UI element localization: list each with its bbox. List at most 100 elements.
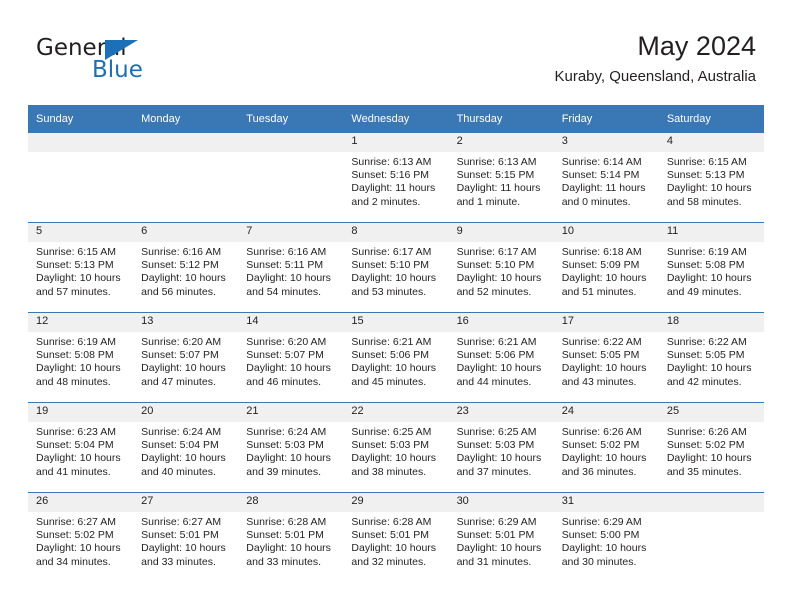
daylight-text-line1: Daylight: 10 hours [351,452,437,465]
calendar-day-cell[interactable]: 20 Sunrise: 6:24 AM Sunset: 5:04 PM Dayligh… [133,402,239,493]
day-number: 28 [238,493,344,512]
calendar-day-cell[interactable]: 15 Sunrise: 6:21 AM Sunset: 5:06 PM Dayligh… [343,312,449,403]
calendar-day-cell[interactable]: 13 Sunrise: 6:20 AM Sunset: 5:07 PM Dayligh… [133,312,239,403]
calendar-header-row: Sunday Monday Tuesday Wednesday Thursday… [28,105,764,133]
day-number [238,133,344,152]
calendar-day-cell[interactable]: 1 Sunrise: 6:13 AM Sunset: 5:16 PM Daylight… [343,133,449,223]
sunset-text: Sunset: 5:04 PM [141,439,219,452]
sunset-text: Sunset: 5:07 PM [141,349,219,362]
calendar-day-cell-empty [658,492,764,582]
day-details: Sunrise: 6:19 AM Sunset: 5:08 PM Daylight:… [659,242,764,299]
calendar-day-cell[interactable]: 17 Sunrise: 6:22 AM Sunset: 5:05 PM Dayligh… [553,312,659,403]
sunset-text: Sunset: 5:01 PM [141,529,219,542]
calendar-day-cell[interactable]: 4 Sunrise: 6:15 AM Sunset: 5:13 PM Daylight… [658,133,764,223]
calendar-day-cell[interactable]: 29 Sunrise: 6:28 AM Sunset: 5:01 PM Dayligh… [343,492,449,582]
daylight-text-line1: Daylight: 10 hours [246,452,331,465]
sunset-text: Sunset: 5:00 PM [561,529,640,542]
sunrise-text: Sunrise: 6:15 AM [666,156,747,168]
day-details: Sunrise: 6:20 AM Sunset: 5:07 PM Daylight:… [133,332,238,389]
daylight-text-line2: and 53 minutes. [351,285,427,298]
calendar-day-cell[interactable]: 14 Sunrise: 6:20 AM Sunset: 5:07 PM Dayligh… [238,312,344,403]
logo-text-blue: Blue [92,57,143,83]
day-details: Sunrise: 6:17 AM Sunset: 5:10 PM Daylight:… [343,242,448,299]
calendar-day-cell[interactable]: 3 Sunrise: 6:14 AM Sunset: 5:14 PM Daylight… [553,133,659,223]
title-block: May 2024 Kuraby, Queensland, Australia [554,30,756,86]
day-details: Sunrise: 6:24 AM Sunset: 5:03 PM Daylight:… [238,422,343,479]
sunset-text: Sunset: 5:05 PM [666,349,745,362]
day-number: 14 [238,313,344,332]
calendar-day-cell[interactable]: 24 Sunrise: 6:26 AM Sunset: 5:02 PM Dayligh… [553,402,659,493]
daylight-text-line1: Daylight: 10 hours [456,362,542,375]
calendar-day-cell[interactable]: 30 Sunrise: 6:29 AM Sunset: 5:01 PM Dayligh… [448,492,554,582]
sunset-text: Sunset: 5:06 PM [456,349,535,362]
weekday-header-thursday: Thursday [448,105,554,133]
day-number: 13 [133,313,239,332]
daylight-text-line1: Daylight: 10 hours [561,542,647,555]
daylight-text-line1: Daylight: 10 hours [141,362,226,375]
calendar-day-cell[interactable]: 16 Sunrise: 6:21 AM Sunset: 5:06 PM Dayligh… [448,312,554,403]
day-number: 21 [238,403,344,422]
calendar-day-cell[interactable]: 6 Sunrise: 6:16 AM Sunset: 5:12 PM Daylight… [133,222,239,313]
calendar-day-cell[interactable]: 19 Sunrise: 6:23 AM Sunset: 5:04 PM Dayligh… [28,402,134,493]
daylight-text-line1: Daylight: 10 hours [36,362,121,375]
calendar-day-cell[interactable]: 21 Sunrise: 6:24 AM Sunset: 5:03 PM Dayligh… [238,402,344,493]
calendar-day-cell[interactable]: 9 Sunrise: 6:17 AM Sunset: 5:10 PM Daylight… [448,222,554,313]
calendar-day-cell[interactable]: 5 Sunrise: 6:15 AM Sunset: 5:13 PM Daylight… [28,222,134,313]
day-number: 11 [658,223,764,242]
daylight-text-line2: and 56 minutes. [141,285,216,298]
day-number: 12 [28,313,134,332]
calendar-day-cell[interactable]: 22 Sunrise: 6:25 AM Sunset: 5:03 PM Dayligh… [343,402,449,493]
calendar-day-cell[interactable]: 12 Sunrise: 6:19 AM Sunset: 5:08 PM Dayligh… [28,312,134,403]
calendar-day-cell[interactable]: 2 Sunrise: 6:13 AM Sunset: 5:15 PM Daylight… [448,133,554,223]
daylight-text-line1: Daylight: 10 hours [456,272,542,285]
calendar-day-cell[interactable]: 7 Sunrise: 6:16 AM Sunset: 5:11 PM Daylight… [238,222,344,313]
calendar-day-cell[interactable]: 18 Sunrise: 6:22 AM Sunset: 5:05 PM Dayligh… [658,312,764,403]
day-details: Sunrise: 6:15 AM Sunset: 5:13 PM Daylight:… [28,242,133,299]
calendar-day-cell[interactable]: 8 Sunrise: 6:17 AM Sunset: 5:10 PM Daylight… [343,222,449,313]
sunrise-text: Sunrise: 6:27 AM [36,516,116,528]
day-details: Sunrise: 6:29 AM Sunset: 5:01 PM Daylight:… [449,512,554,569]
daylight-text-line1: Daylight: 10 hours [36,452,121,465]
day-number [658,493,764,512]
daylight-text-line2: and 0 minutes. [561,195,631,208]
sunrise-text: Sunrise: 6:18 AM [561,246,642,258]
day-details: Sunrise: 6:29 AM Sunset: 5:00 PM Daylight:… [554,512,659,569]
daylight-text-line2: and 33 minutes. [141,555,216,568]
calendar-day-cell[interactable]: 10 Sunrise: 6:18 AM Sunset: 5:09 PM Dayligh… [553,222,659,313]
daylight-text-line1: Daylight: 10 hours [561,452,647,465]
calendar-day-cell[interactable]: 31 Sunrise: 6:29 AM Sunset: 5:00 PM Dayligh… [553,492,659,582]
sunset-text: Sunset: 5:10 PM [456,259,535,272]
calendar-day-cell[interactable]: 27 Sunrise: 6:27 AM Sunset: 5:01 PM Dayligh… [133,492,239,582]
day-details: Sunrise: 6:18 AM Sunset: 5:09 PM Daylight:… [554,242,659,299]
daylight-text-line1: Daylight: 10 hours [351,272,437,285]
calendar-day-cell[interactable]: 11 Sunrise: 6:19 AM Sunset: 5:08 PM Dayligh… [658,222,764,313]
weekday-header-tuesday: Tuesday [238,105,344,133]
calendar-day-cell[interactable]: 26 Sunrise: 6:27 AM Sunset: 5:02 PM Dayligh… [28,492,134,582]
calendar-day-cell[interactable]: 28 Sunrise: 6:28 AM Sunset: 5:01 PM Dayligh… [238,492,344,582]
calendar-day-cell[interactable]: 25 Sunrise: 6:26 AM Sunset: 5:02 PM Dayligh… [658,402,764,493]
daylight-text-line1: Daylight: 10 hours [141,272,226,285]
daylight-text-line1: Daylight: 10 hours [456,542,542,555]
daylight-text-line2: and 43 minutes. [561,375,637,388]
sunset-text: Sunset: 5:08 PM [666,259,745,272]
daylight-text-line1: Daylight: 10 hours [141,452,226,465]
sunset-text: Sunset: 5:07 PM [246,349,324,362]
day-number: 3 [553,133,659,152]
daylight-text-line1: Daylight: 10 hours [561,362,647,375]
daylight-text-line2: and 46 minutes. [246,375,321,388]
daylight-text-line2: and 38 minutes. [351,465,427,478]
day-number: 10 [553,223,659,242]
day-details: Sunrise: 6:28 AM Sunset: 5:01 PM Daylight:… [343,512,448,569]
sunset-text: Sunset: 5:11 PM [246,259,324,272]
calendar-body: 1 Sunrise: 6:13 AM Sunset: 5:16 PM Daylight… [28,133,764,582]
general-blue-logo[interactable]: General Blue [36,36,216,86]
calendar-week-row: 1 Sunrise: 6:13 AM Sunset: 5:16 PM Daylight… [28,133,764,223]
sunrise-text: Sunrise: 6:24 AM [141,426,222,438]
calendar-day-cell[interactable]: 23 Sunrise: 6:25 AM Sunset: 5:03 PM Dayligh… [448,402,554,493]
sunrise-text: Sunrise: 6:16 AM [141,246,222,258]
day-details: Sunrise: 6:25 AM Sunset: 5:03 PM Daylight:… [343,422,448,479]
sunrise-text: Sunrise: 6:25 AM [456,426,537,438]
daylight-text-line1: Daylight: 11 hours [351,182,436,195]
day-number [133,133,239,152]
daylight-text-line2: and 45 minutes. [351,375,427,388]
